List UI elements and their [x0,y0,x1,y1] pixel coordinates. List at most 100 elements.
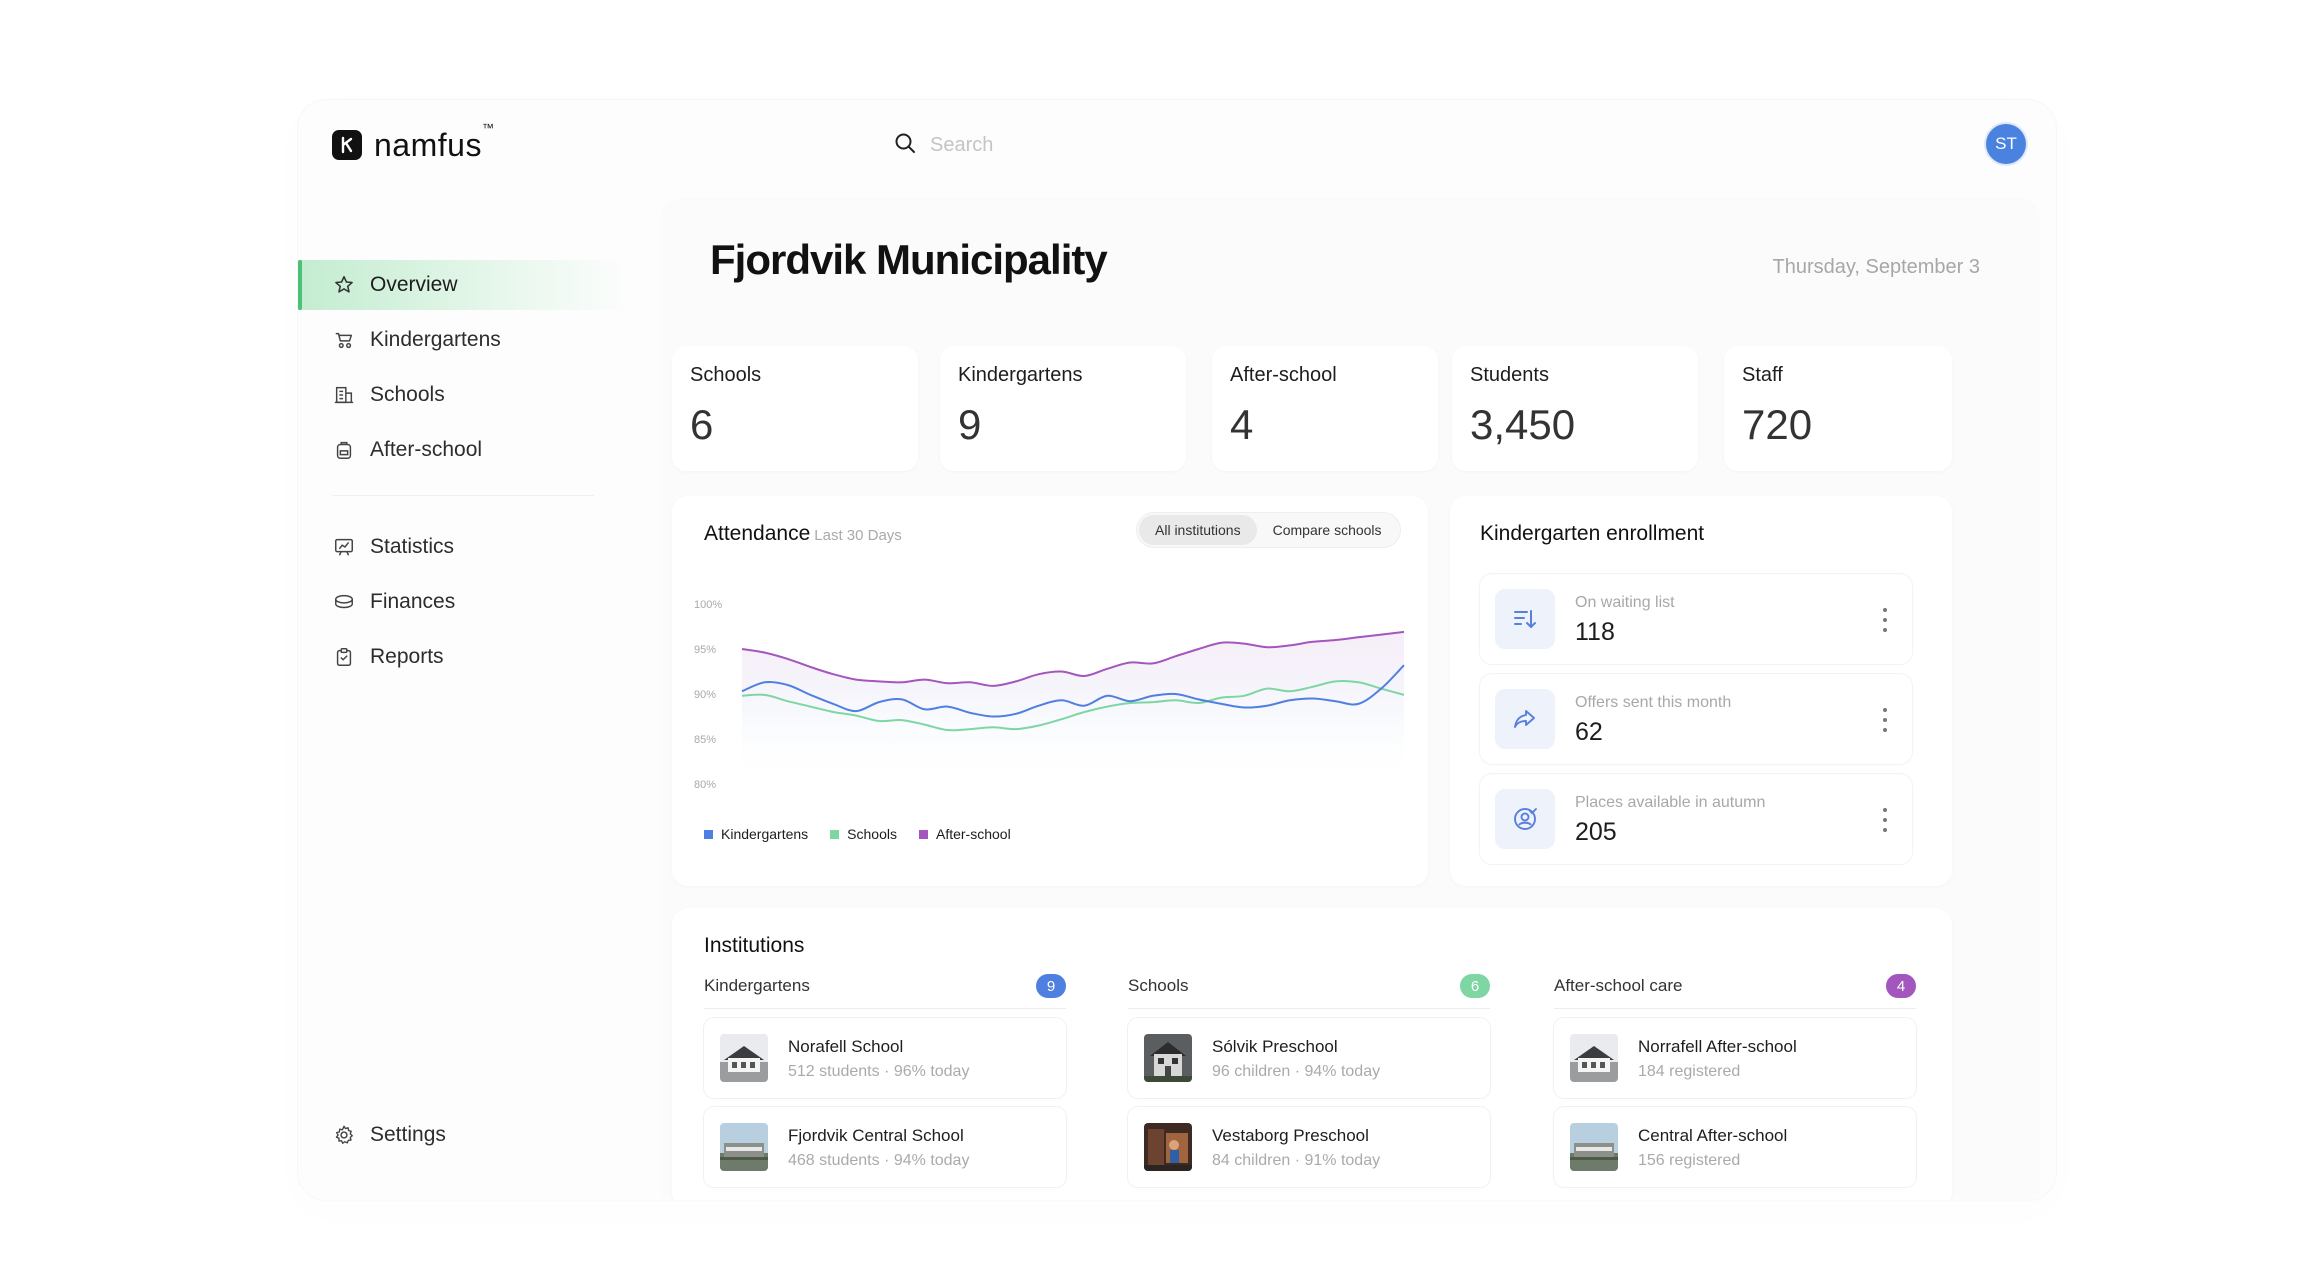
institution-column-after-school: After-school care 4 Norrafell After-scho… [1554,972,1916,1187]
y-tick-label: 100% [694,599,722,611]
compare-schools-button[interactable]: Compare schools [1257,515,1398,545]
star-icon [332,273,356,297]
sidebar-item-label: Reports [370,645,444,668]
stat-card-students[interactable]: Students 3,450 [1452,346,1698,471]
institution-meta: 96 children · 94% today [1212,1063,1381,1080]
enrollment-value: 205 [1575,818,1617,846]
institution-item[interactable]: Norafell School 512 students · 96% today [704,1018,1066,1098]
attendance-subtitle: Last 30 Days [814,527,902,544]
column-title: Kindergartens [704,976,810,995]
column-title: Schools [1128,976,1189,995]
count-badge: 9 [1036,974,1066,998]
institution-meta: 156 registered [1638,1152,1741,1169]
search-input[interactable]: Search [930,134,993,157]
more-options-icon[interactable] [1882,808,1888,832]
sidebar-item-settings[interactable]: Settings [298,1110,628,1160]
enrollment-row-waiting[interactable]: On waiting list 118 [1480,574,1912,664]
institution-name: Sólvik Preschool [1212,1037,1338,1056]
stat-value: 9 [958,401,982,448]
legend-after-school[interactable]: After-school [918,826,1011,842]
enrollment-card: Kindergarten enrollment On waiting list … [1450,496,1952,886]
institution-meta: 184 registered [1638,1063,1741,1080]
legend-kindergartens[interactable]: Kindergartens [704,826,808,842]
institution-item[interactable]: Central After-school 156 registered [1554,1107,1916,1187]
more-options-icon[interactable] [1882,708,1888,732]
legend-swatch [918,829,928,839]
sidebar-item-kindergartens[interactable]: Kindergartens [298,315,628,365]
institution-name: Vestaborg Preschool [1212,1126,1369,1145]
sidebar-item-label: Settings [370,1123,446,1146]
stat-value: 4 [1230,401,1254,448]
enrollment-value: 118 [1575,618,1615,646]
presentation-chart-icon [332,535,356,559]
coins-icon [332,590,356,614]
stat-label: Schools [690,364,762,386]
institution-meta: 84 children · 91% today [1212,1152,1381,1169]
y-tick-label: 85% [694,734,716,746]
sidebar-item-label: Finances [370,590,456,613]
institution-item[interactable]: Sólvik Preschool 96 children · 94% today [1128,1018,1490,1098]
sidebar-item-schools[interactable]: Schools [298,370,628,420]
column-title: After-school care [1554,976,1683,995]
sidebar-item-finances[interactable]: Finances [298,577,628,627]
institution-name: Norafell School [788,1037,904,1056]
building-photo [1570,1034,1618,1082]
school-photo [720,1123,768,1171]
institutions-title: Institutions [704,934,805,957]
sort-down-icon [1495,589,1555,649]
stat-label: Staff [1742,364,1783,386]
backpack-icon [332,438,356,462]
institution-column-schools: Schools 6 Sólvik Preschool 96 children ·… [1128,972,1490,1187]
stat-label: Students [1470,364,1549,386]
column-divider [1128,1008,1490,1009]
enrollment-label: Offers sent this month [1575,694,1732,711]
attendance-chart[interactable]: 100% 95% 90% 85% 80% [692,574,1412,804]
enrollment-title: Kindergarten enrollment [1480,522,1705,545]
school-photo [1570,1123,1618,1171]
enrollment-label: On waiting list [1575,594,1675,611]
search-icon [894,132,916,159]
sidebar-item-label: After-school [370,438,483,461]
institution-name: Norrafell After-school [1638,1037,1797,1056]
stat-card-staff[interactable]: Staff 720 [1724,346,1952,471]
sidebar-item-label: Kindergartens [370,328,501,351]
attendance-title: Attendance Last 30 Days [704,522,902,545]
institution-meta: 512 students · 96% today [788,1063,970,1080]
app-window: namfus™ Search ST Overview Kindergartens [298,100,2056,1200]
legend-swatch [830,829,840,839]
avatar[interactable]: ST [1986,124,2026,164]
stroller-icon [332,328,356,352]
all-institutions-button[interactable]: All institutions [1139,515,1257,545]
sidebar-item-overview[interactable]: Overview [298,260,628,310]
institution-item[interactable]: Norrafell After-school 184 registered [1554,1018,1916,1098]
institution-item[interactable]: Fjordvik Central School 468 students · 9… [704,1107,1066,1187]
count-badge: 6 [1460,974,1490,998]
current-date: Thursday, September 3 [1772,256,1980,278]
column-divider [1554,1008,1916,1009]
gear-icon [332,1123,356,1147]
y-tick-label: 95% [694,644,716,656]
stat-card-schools[interactable]: Schools 6 [672,346,918,471]
sidebar: Overview Kindergartens Schools After-sch… [298,260,628,687]
clipboard-icon [332,645,356,669]
brand-logo[interactable]: namfus™ [332,121,494,163]
sidebar-item-reports[interactable]: Reports [298,632,628,682]
building-photo [720,1034,768,1082]
count-badge: 4 [1886,974,1916,998]
attendance-card: Attendance Last 30 Days All institutions … [672,496,1428,886]
search-bar[interactable]: Search [894,130,993,160]
institution-item[interactable]: Vestaborg Preschool 84 children · 91% to… [1128,1107,1490,1187]
enrollment-row-places[interactable]: Places available in autumn 205 [1480,774,1912,864]
playground-photo [1144,1123,1192,1171]
sidebar-item-after-school[interactable]: After-school [298,425,628,475]
enrollment-row-offers[interactable]: Offers sent this month 62 [1480,674,1912,764]
enrollment-label: Places available in autumn [1575,794,1766,811]
more-options-icon[interactable] [1882,608,1888,632]
institution-meta: 468 students · 94% today [788,1152,970,1169]
legend-schools[interactable]: Schools [830,826,897,842]
institutions-card: Institutions Kindergartens 9 Norafell Sc… [672,908,1952,1200]
sidebar-item-statistics[interactable]: Statistics [298,522,628,572]
sidebar-item-label: Overview [370,273,458,296]
stat-card-after-school[interactable]: After-school 4 [1212,346,1438,471]
stat-card-kindergartens[interactable]: Kindergartens 9 [940,346,1186,471]
